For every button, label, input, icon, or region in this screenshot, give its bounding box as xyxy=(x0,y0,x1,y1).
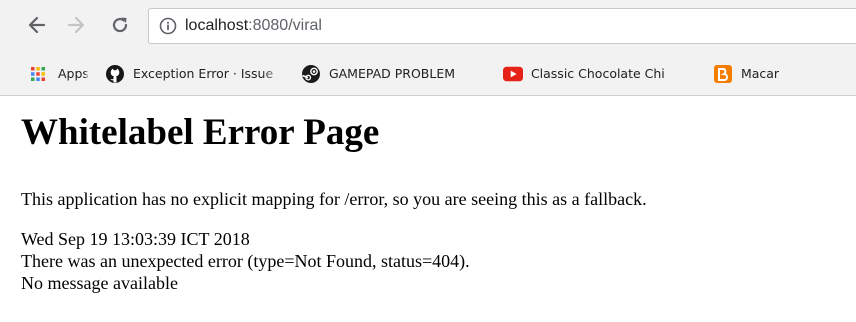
page-content: Whitelabel Error Page This application h… xyxy=(21,110,851,294)
back-button[interactable] xyxy=(23,11,51,39)
bookmark-label: GAMEPAD PROBLEM xyxy=(328,66,456,81)
bookmark-label: Exception Error · Issue xyxy=(132,66,274,81)
info-icon[interactable] xyxy=(159,17,177,35)
bookmark-label: Apps xyxy=(58,66,89,81)
arrow-right-icon xyxy=(67,16,85,34)
bookmark-classic-chocolate[interactable]: Classic Chocolate Chi xyxy=(497,60,705,88)
forward-button[interactable] xyxy=(62,11,90,39)
browser-toolbar: localhost:8080/viral xyxy=(0,0,856,52)
timestamp-text: Wed Sep 19 13:03:39 ICT 2018 xyxy=(21,229,250,249)
github-icon xyxy=(105,64,125,84)
url-path: :8080/viral xyxy=(248,17,322,34)
blogger-icon xyxy=(713,64,733,84)
url-text[interactable]: localhost:8080/viral xyxy=(185,17,322,35)
apps-grid-icon xyxy=(28,64,48,84)
address-bar[interactable]: localhost:8080/viral xyxy=(148,8,856,44)
explanation-text: This application has no explicit mapping… xyxy=(21,189,647,209)
steam-icon xyxy=(301,64,321,84)
page-title: Whitelabel Error Page xyxy=(21,112,380,153)
bookmark-label: Classic Chocolate Chi xyxy=(530,66,665,81)
url-host: localhost xyxy=(185,17,249,34)
bookmark-gamepad-problem[interactable]: GAMEPAD PROBLEM xyxy=(295,60,495,88)
youtube-icon xyxy=(502,64,523,84)
bookmark-macar[interactable]: Macar xyxy=(707,60,807,88)
error-message-text: No message available xyxy=(21,273,178,293)
bookmark-label: Macar xyxy=(740,66,780,81)
arrow-left-icon xyxy=(28,16,46,34)
reload-button[interactable] xyxy=(106,11,134,39)
bookmark-exception-error[interactable]: Exception Error · Issue xyxy=(99,60,291,88)
bookmark-apps[interactable]: Apps xyxy=(22,60,95,88)
reload-icon xyxy=(112,17,128,33)
bookmarks-bar: Apps Exception Error · Issue GAMEPAD PRO… xyxy=(0,52,856,96)
error-detail-text: There was an unexpected error (type=Not … xyxy=(21,251,470,271)
